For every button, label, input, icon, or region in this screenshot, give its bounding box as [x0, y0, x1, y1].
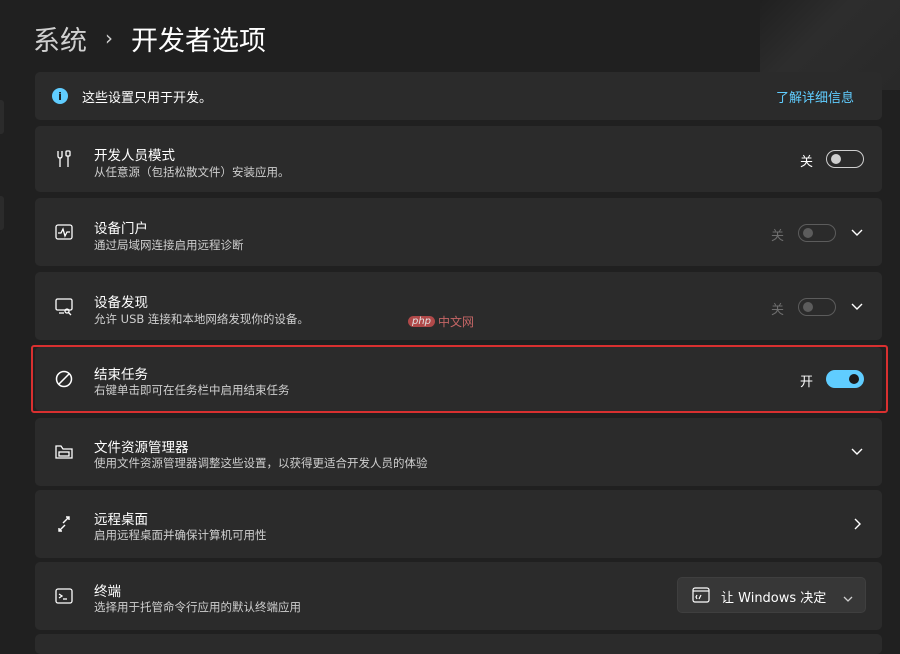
setting-title: 文件资源管理器	[94, 440, 189, 456]
dropdown-value: 让 Windows 决定	[721, 591, 827, 606]
info-bar: i 这些设置只用于开发。 了解详细信息	[35, 72, 882, 120]
toggle-state-label: 关	[800, 155, 814, 170]
setting-developer-mode: 开发人员模式 从任意源（包括松散文件）安装应用。 关	[35, 126, 882, 192]
nav-edge-indicator	[0, 100, 4, 134]
chevron-down-icon[interactable]	[849, 225, 865, 241]
learn-more-link[interactable]: 了解详细信息	[776, 87, 854, 106]
setting-remote-desktop[interactable]: 远程桌面 启用远程桌面并确保计算机可用性	[35, 490, 882, 558]
developer-tools-icon	[52, 147, 76, 171]
end-task-icon	[52, 367, 76, 391]
setting-end-task: 结束任务 右键单击即可在任务栏中启用结束任务 开	[35, 347, 882, 411]
setting-description: 启用远程桌面并确保计算机可用性	[94, 528, 267, 542]
setting-description: 右键单击即可在任务栏中启用结束任务	[94, 383, 290, 397]
device-discovery-icon	[52, 294, 76, 318]
setting-description: 通过局域网连接启用远程诊断	[94, 238, 244, 252]
chevron-down-icon[interactable]	[849, 444, 865, 460]
toggle-knob	[849, 374, 859, 384]
chevron-down-icon	[843, 588, 853, 607]
setting-description: 从任意源（包括松散文件）安装应用。	[94, 165, 290, 179]
setting-title: 设备门户	[94, 221, 148, 237]
breadcrumb-separator-icon: ›	[105, 26, 113, 50]
setting-title: 设备发现	[94, 295, 148, 311]
device-discovery-toggle	[798, 298, 836, 316]
watermark: php 中文网	[408, 313, 474, 330]
terminal-app-icon	[692, 587, 710, 603]
setting-description: 选择用于托管命令行应用的默认终端应用	[94, 600, 301, 614]
setting-title: 终端	[94, 584, 121, 600]
file-explorer-icon	[52, 440, 76, 464]
setting-file-explorer[interactable]: 文件资源管理器 使用文件资源管理器调整这些设置，以获得更适合开发人员的体验	[35, 418, 882, 486]
terminal-icon	[52, 584, 76, 608]
breadcrumb: 系统 › 开发者选项	[33, 18, 266, 58]
setting-description: 使用文件资源管理器调整这些设置，以获得更适合开发人员的体验	[94, 456, 428, 470]
default-terminal-dropdown[interactable]: 让 Windows 决定	[677, 577, 866, 613]
watermark-text: 中文网	[438, 315, 475, 329]
chevron-right-icon[interactable]	[850, 516, 866, 532]
setting-title: 结束任务	[94, 367, 148, 383]
next-setting-card	[35, 634, 882, 654]
toggle-state-label: 开	[800, 375, 814, 390]
toggle-knob	[831, 154, 841, 164]
setting-terminal: 终端 选择用于托管命令行应用的默认终端应用 让 Windows 决定	[35, 562, 882, 630]
setting-title: 开发人员模式	[94, 148, 175, 164]
setting-description: 允许 USB 连接和本地网络发现你的设备。	[94, 312, 309, 326]
setting-title: 远程桌面	[94, 512, 148, 528]
breadcrumb-system[interactable]: 系统	[33, 19, 87, 58]
setting-device-portal[interactable]: 设备门户 通过局域网连接启用远程诊断 关	[35, 198, 882, 266]
nav-edge-indicator	[0, 196, 4, 230]
page-title: 开发者选项	[131, 25, 266, 57]
toggle-knob	[803, 228, 813, 238]
toggle-knob	[803, 302, 813, 312]
info-text: 这些设置只用于开发。	[82, 91, 213, 106]
remote-desktop-icon	[52, 512, 76, 536]
toggle-state-label: 关	[771, 229, 785, 244]
info-icon: i	[52, 88, 68, 104]
device-portal-icon	[52, 220, 76, 244]
developer-mode-toggle[interactable]	[826, 150, 864, 168]
toggle-state-label: 关	[771, 303, 785, 318]
device-portal-toggle	[798, 224, 836, 242]
end-task-toggle[interactable]	[826, 370, 864, 388]
chevron-down-icon[interactable]	[849, 299, 865, 315]
watermark-badge: php	[408, 316, 436, 327]
